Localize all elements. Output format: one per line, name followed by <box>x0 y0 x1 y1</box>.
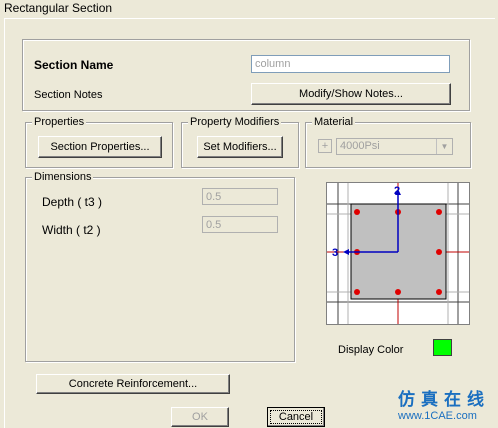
rebar-point <box>354 289 360 295</box>
section-name-label: Section Name <box>34 58 114 72</box>
section-notes-label: Section Notes <box>34 89 103 101</box>
section-name-input[interactable]: column <box>251 55 450 73</box>
concrete-reinforcement-button[interactable]: Concrete Reinforcement... <box>36 374 230 394</box>
axis-2-label: 2 <box>394 185 400 197</box>
rebar-point <box>436 289 442 295</box>
add-material-button[interactable]: + <box>318 139 332 153</box>
chevron-down-icon[interactable]: ▼ <box>436 139 452 154</box>
properties-group: Properties Section Properties... <box>25 116 173 168</box>
material-selected-value: 4000Psi <box>340 140 380 152</box>
watermark-text: 仿真在线 <box>398 390 490 410</box>
ok-button[interactable]: OK <box>171 407 229 427</box>
width-input[interactable]: 0.5 <box>202 216 278 233</box>
watermark-url: www.1CAE.com <box>398 410 477 422</box>
material-group: Material + 4000Psi ▼ <box>305 116 471 168</box>
properties-legend: Properties <box>32 116 87 128</box>
dialog-body: Section Name column Section Notes Modify… <box>4 18 495 428</box>
watermark: 仿真在线 www.1CAE.com <box>398 385 490 422</box>
modify-show-notes-button[interactable]: Modify/Show Notes... <box>251 83 451 105</box>
depth-input[interactable]: 0.5 <box>202 188 278 205</box>
width-label: Width ( t2 ) <box>42 223 101 237</box>
axis-3-label: 3 <box>332 247 338 259</box>
dimensions-group: Dimensions Depth ( t3 ) 0.5 Width ( t2 )… <box>25 171 295 362</box>
material-select[interactable]: 4000Psi ▼ <box>336 138 453 155</box>
section-properties-button[interactable]: Section Properties... <box>38 136 162 158</box>
cancel-button[interactable]: Cancel <box>267 407 325 427</box>
property-modifiers-legend: Property Modifiers <box>188 116 282 128</box>
section-name-group: Section Name column Section Notes Modify… <box>22 39 470 111</box>
display-color-label: Display Color <box>338 344 404 356</box>
rebar-point <box>395 289 401 295</box>
depth-label: Depth ( t3 ) <box>42 195 103 209</box>
rebar-point <box>354 209 360 215</box>
dimensions-legend: Dimensions <box>32 171 94 183</box>
section-preview: 2 3 <box>326 182 470 325</box>
property-modifiers-group: Property Modifiers Set Modifiers... <box>181 116 299 168</box>
window-title: Rectangular Section <box>0 0 498 18</box>
rebar-point <box>436 209 442 215</box>
material-legend: Material <box>312 116 356 128</box>
set-modifiers-button[interactable]: Set Modifiers... <box>197 136 283 158</box>
rebar-point <box>436 249 442 255</box>
display-color-swatch[interactable] <box>433 339 452 356</box>
